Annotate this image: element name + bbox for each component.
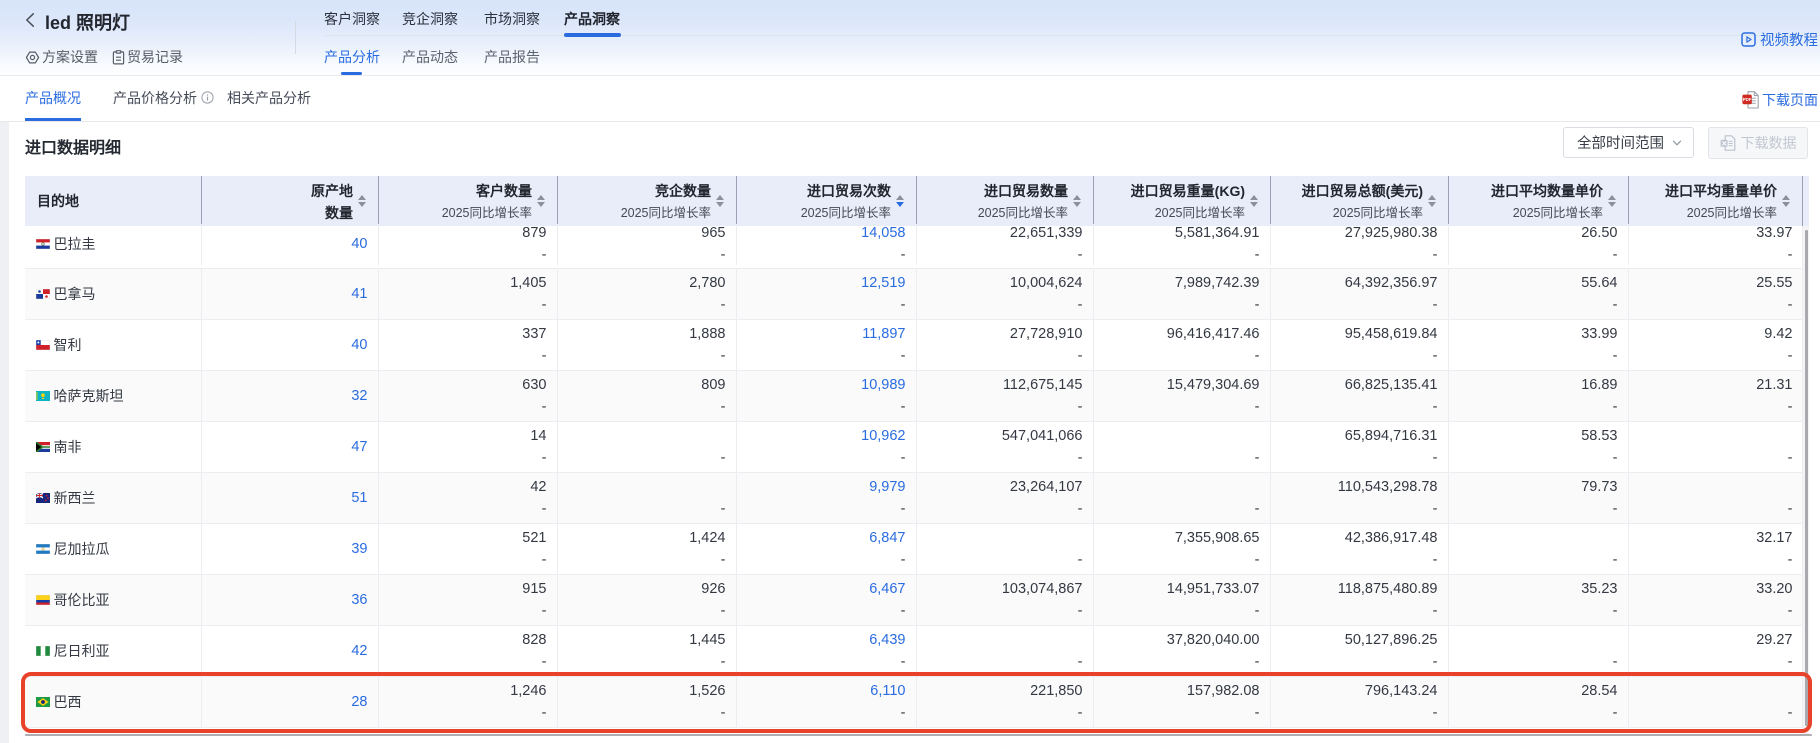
svg-text:PDF: PDF	[1743, 97, 1752, 102]
